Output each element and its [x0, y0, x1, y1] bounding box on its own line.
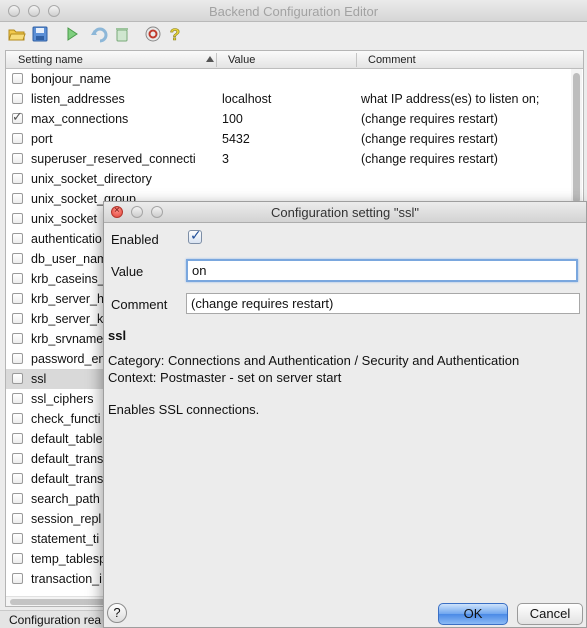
value-label: Value [111, 264, 144, 279]
setting-value-cell: 5432 [222, 132, 250, 146]
table-row[interactable]: port 5432 (change requires restart) [6, 129, 572, 149]
setting-name-cell: superuser_reserved_connecti [31, 152, 196, 166]
scroll-thumb[interactable] [10, 599, 110, 605]
svg-text:?: ? [170, 25, 180, 43]
row-enabled-checkbox[interactable] [12, 513, 23, 524]
checkmark-icon: ✓ [190, 227, 202, 243]
help-button[interactable]: ? [107, 603, 127, 623]
row-enabled-checkbox[interactable] [12, 493, 23, 504]
row-enabled-checkbox[interactable] [12, 153, 23, 164]
row-enabled-checkbox[interactable] [12, 213, 23, 224]
setting-comment-cell: what IP address(es) to listen on; [361, 92, 540, 106]
row-enabled-checkbox[interactable] [12, 253, 23, 264]
dialog-title-bar: × Configuration setting "ssl" [104, 202, 586, 223]
table-row[interactable]: unix_socket_directory [6, 169, 572, 189]
value-input[interactable] [186, 259, 578, 282]
setting-comment-cell: (change requires restart) [361, 112, 498, 126]
row-enabled-checkbox[interactable] [12, 293, 23, 304]
help-icon[interactable]: ? [166, 25, 184, 43]
row-enabled-checkbox[interactable] [12, 93, 23, 104]
row-enabled-checkbox[interactable] [12, 573, 23, 584]
hint-icon[interactable] [144, 25, 162, 43]
setting-description: Enables SSL connections. [108, 402, 260, 417]
ok-button[interactable]: OK [438, 603, 508, 625]
title-bar: Backend Configuration Editor [0, 0, 587, 22]
setting-dialog: × Configuration setting "ssl" Enabled ✓ … [103, 201, 587, 628]
toolbar: ? [0, 22, 587, 46]
row-enabled-checkbox[interactable] [12, 233, 23, 244]
setting-comment-cell: (change requires restart) [361, 132, 498, 146]
row-enabled-checkbox[interactable] [12, 453, 23, 464]
setting-value-cell: 3 [222, 152, 229, 166]
row-enabled-checkbox[interactable] [12, 433, 23, 444]
row-enabled-checkbox[interactable] [12, 393, 23, 404]
sort-ascending-icon [206, 56, 214, 62]
table-header: Setting name Value Comment [6, 51, 583, 69]
setting-name-cell: listen_addresses [31, 92, 125, 106]
cancel-button[interactable]: Cancel [517, 603, 583, 625]
save-icon[interactable] [31, 25, 49, 43]
setting-value-cell: localhost [222, 92, 272, 106]
comment-label: Comment [111, 297, 168, 312]
row-enabled-checkbox[interactable] [12, 553, 23, 564]
setting-value-cell: 100 [222, 112, 243, 126]
row-enabled-checkbox[interactable] [12, 353, 23, 364]
setting-context: Context: Postmaster - set on server star… [108, 370, 342, 385]
row-enabled-checkbox[interactable]: ✓ [12, 109, 23, 124]
setting-name-heading: ssl [108, 328, 127, 343]
dialog-title: Configuration setting "ssl" [271, 205, 419, 220]
column-header-value[interactable]: Value [228, 54, 255, 66]
table-row[interactable]: listen_addresses localhost what IP address… [6, 89, 572, 109]
row-enabled-checkbox[interactable] [12, 273, 23, 284]
checkmark-icon: ✓ [12, 109, 23, 124]
enabled-label: Enabled [111, 232, 159, 247]
row-enabled-checkbox[interactable] [12, 333, 23, 344]
open-icon[interactable] [8, 25, 26, 43]
scroll-thumb[interactable] [573, 73, 580, 203]
column-divider [216, 53, 217, 67]
window-title: Backend Configuration Editor [208, 4, 379, 19]
run-icon[interactable] [63, 25, 81, 43]
setting-comment-cell: (change requires restart) [361, 152, 498, 166]
row-enabled-checkbox[interactable] [12, 533, 23, 544]
comment-input[interactable] [186, 293, 580, 314]
row-enabled-checkbox[interactable] [12, 413, 23, 424]
undo-icon[interactable] [90, 25, 108, 43]
row-enabled-checkbox[interactable] [12, 173, 23, 184]
row-enabled-checkbox[interactable] [12, 473, 23, 484]
enabled-checkbox[interactable]: ✓ [188, 227, 202, 244]
column-header-comment[interactable]: Comment [368, 54, 416, 66]
row-enabled-checkbox[interactable] [12, 193, 23, 204]
table-row[interactable]: bonjour_name [6, 69, 572, 89]
status-text: Configuration rea [9, 613, 102, 627]
column-header-setting-name[interactable]: Setting name [18, 54, 83, 66]
setting-name-cell: port [31, 132, 53, 146]
row-enabled-checkbox[interactable] [12, 313, 23, 324]
setting-category: Category: Connections and Authentication… [108, 353, 520, 368]
row-enabled-checkbox[interactable] [12, 373, 23, 384]
setting-name-cell: unix_socket_directory [31, 172, 152, 186]
delete-icon[interactable] [113, 25, 131, 43]
column-divider [356, 53, 357, 67]
table-row[interactable]: superuser_reserved_connecti 3 (change requ… [6, 149, 572, 169]
setting-name-cell: bonjour_name [31, 72, 111, 86]
table-row[interactable]: ✓ max_connections 100 (change requires rest… [6, 109, 572, 129]
row-enabled-checkbox[interactable] [12, 73, 23, 84]
row-enabled-checkbox[interactable] [12, 133, 23, 144]
setting-name-cell: max_connections [31, 112, 129, 126]
